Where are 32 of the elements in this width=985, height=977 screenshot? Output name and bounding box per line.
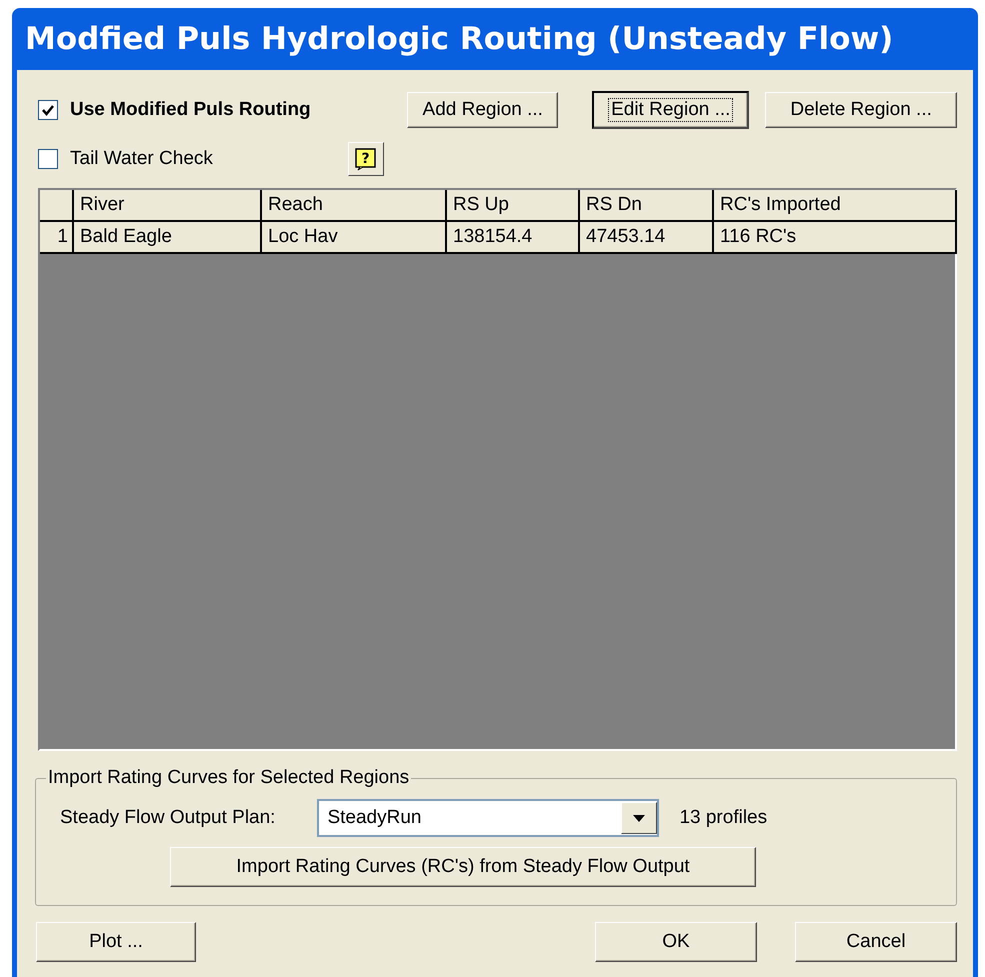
- checkbox[interactable]: [38, 100, 58, 120]
- checkbox-label: Use Modified Puls Routing: [70, 99, 311, 121]
- region-button[interactable]: Delete Region ...: [765, 92, 957, 128]
- checkmark-icon: [42, 104, 54, 116]
- checkbox[interactable]: [38, 149, 58, 169]
- help-icon: ?: [354, 147, 378, 171]
- help-button[interactable]: ?: [348, 142, 384, 176]
- table-cell: 47453.14: [580, 222, 714, 254]
- column-header[interactable]: RC's Imported: [714, 190, 957, 222]
- plan-dropdown[interactable]: SteadyRun: [317, 799, 660, 837]
- profiles-count: 13 profiles: [679, 807, 768, 829]
- dialog-button[interactable]: Cancel: [795, 922, 957, 962]
- dropdown-arrow-icon: [633, 814, 646, 822]
- column-header[interactable]: RS Up: [447, 190, 580, 222]
- table-cell: 138154.4: [447, 222, 580, 254]
- table-cell: Bald Eagle: [74, 222, 262, 254]
- group-title: Import Rating Curves for Selected Regions: [47, 767, 410, 789]
- dialog-button[interactable]: OK: [595, 922, 757, 962]
- table-corner: [40, 190, 74, 222]
- region-button[interactable]: Edit Region ...: [592, 91, 750, 129]
- checkbox-label: Tail Water Check: [70, 148, 213, 170]
- row-number: 1: [40, 222, 74, 254]
- import-button[interactable]: Import Rating Curves (RC's) from Steady Flow Output: [170, 847, 756, 887]
- column-header[interactable]: River: [74, 190, 262, 222]
- region-button[interactable]: Add Region ...: [407, 92, 558, 128]
- column-header[interactable]: RS Dn: [580, 190, 714, 222]
- plan-label: Steady Flow Output Plan:: [60, 807, 276, 829]
- table-cell: 116 RC's: [714, 222, 957, 254]
- dialog-button[interactable]: Plot ...: [36, 922, 196, 962]
- window-title: Modfied Puls Hydrologic Routing (Unsteady Flow): [24, 20, 894, 59]
- column-header[interactable]: Reach: [262, 190, 447, 222]
- table-cell: Loc Hav: [262, 222, 447, 254]
